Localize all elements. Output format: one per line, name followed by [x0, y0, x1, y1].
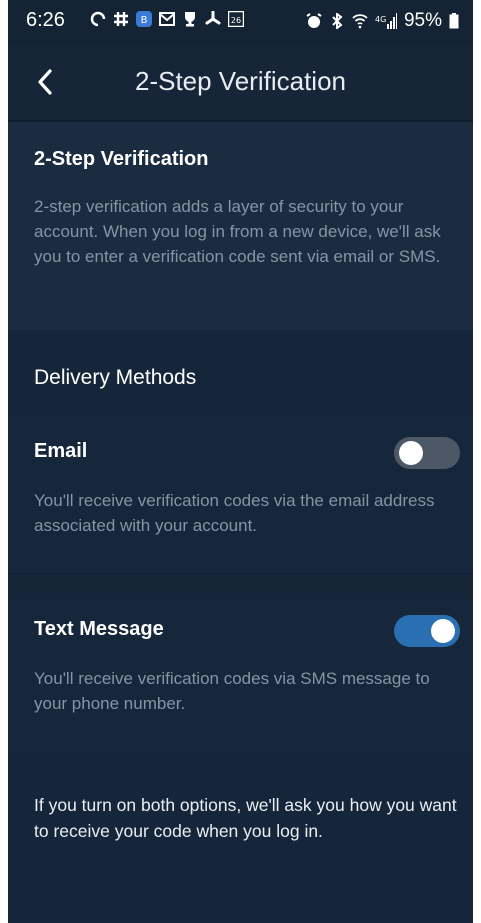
email-toggle[interactable]: [394, 437, 460, 469]
calendar-icon: 26: [228, 11, 244, 27]
text-message-description: You'll receive verification codes via SM…: [34, 669, 430, 713]
toggle-knob: [431, 619, 455, 643]
trophy-icon: [185, 12, 195, 27]
text-message-toggle[interactable]: [394, 615, 460, 647]
delivery-methods-section: Delivery Methods: [8, 330, 473, 418]
svg-text:B: B: [141, 15, 148, 26]
battery-percent: 95%: [403, 10, 442, 31]
delivery-methods-heading: Delivery Methods: [34, 366, 197, 389]
text-message-label: Text Message: [34, 618, 164, 640]
status-time: 6:26: [26, 9, 65, 31]
bluetooth-icon: [332, 13, 343, 29]
toggle-knob: [399, 441, 423, 465]
slack-icon: [114, 12, 128, 26]
mail-icon: [159, 12, 175, 26]
wifi-icon: [352, 14, 368, 29]
text-message-option: Text Message You'll receive verification…: [8, 596, 473, 756]
signal-icon: 4G: [375, 13, 397, 29]
section-divider: [8, 573, 473, 575]
footer-note: If you turn on both options, we'll ask y…: [34, 795, 457, 841]
svg-text:26: 26: [231, 16, 241, 25]
system-icons: 4G 95%: [306, 10, 459, 32]
status-bar: 6:26 B 26 4G 95%: [8, 0, 473, 44]
footer-section: If you turn on both options, we'll ask y…: [8, 756, 473, 923]
sync-icon: [90, 11, 106, 27]
svg-text:4G: 4G: [375, 15, 386, 24]
phone-screen: 6:26 B 26 4G 95% 2-Step Verification 2-S…: [8, 0, 473, 923]
notification-icons: B 26: [90, 11, 244, 27]
app-header: 2-Step Verification: [8, 44, 473, 120]
fan-icon: [205, 11, 221, 25]
app-icon: B: [136, 11, 152, 27]
email-description: You'll receive verification codes via th…: [34, 491, 435, 535]
page-title: 2-Step Verification: [134, 66, 346, 96]
battery-icon: [449, 13, 459, 29]
alarm-icon: [306, 13, 322, 28]
intro-section: 2-Step Verification 2-step verification …: [8, 122, 473, 330]
intro-description: 2-step verification adds a layer of secu…: [34, 197, 441, 266]
intro-heading: 2-Step Verification: [34, 148, 209, 170]
email-option: Email You'll receive verification codes …: [8, 418, 473, 573]
email-label: Email: [34, 440, 88, 462]
